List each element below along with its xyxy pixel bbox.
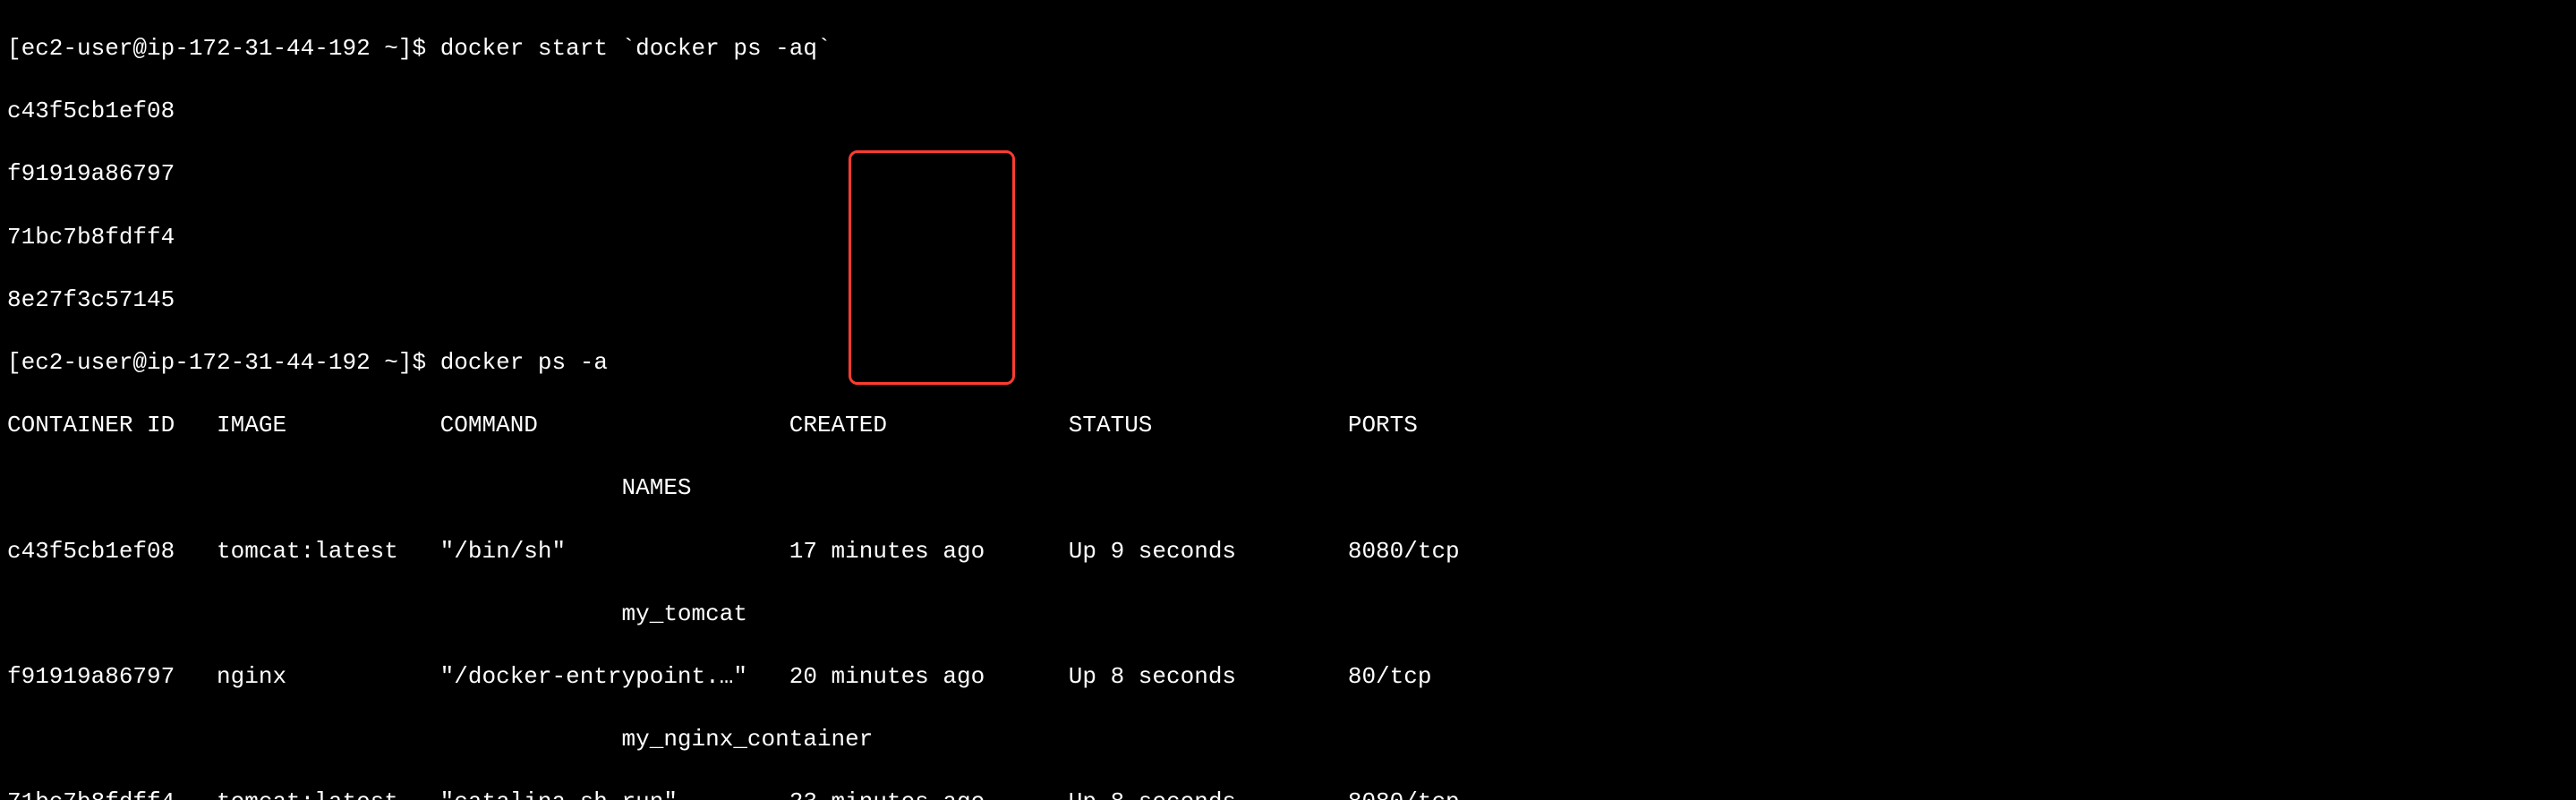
prompt-line-2: [ec2-user@ip-172-31-44-192 ~]$ docker ps… — [7, 347, 2569, 379]
shell-prompt: [ec2-user@ip-172-31-44-192 ~]$ — [7, 349, 440, 376]
output-line: 8e27f3c57145 — [7, 285, 2569, 316]
terminal[interactable]: [ec2-user@ip-172-31-44-192 ~]$ docker st… — [0, 0, 2576, 800]
command-text: docker start `docker ps -aq` — [440, 35, 832, 62]
shell-prompt: [ec2-user@ip-172-31-44-192 ~]$ — [7, 35, 440, 62]
table-row: my_tomcat — [7, 599, 2569, 630]
output-line: c43f5cb1ef08 — [7, 96, 2569, 127]
output-line: 71bc7b8fdff4 — [7, 222, 2569, 253]
table-row: c43f5cb1ef08 tomcat:latest "/bin/sh" 17 … — [7, 536, 2569, 567]
table-header-line: NAMES — [7, 472, 2569, 504]
table-header-line: CONTAINER ID IMAGE COMMAND CREATED STATU… — [7, 410, 2569, 441]
prompt-line-1: [ec2-user@ip-172-31-44-192 ~]$ docker st… — [7, 33, 2569, 64]
output-line: f91919a86797 — [7, 158, 2569, 190]
table-row: f91919a86797 nginx "/docker-entrypoint.…… — [7, 661, 2569, 693]
table-row: 71bc7b8fdff4 tomcat:latest "catalina.sh … — [7, 787, 2569, 800]
command-text: docker ps -a — [440, 349, 608, 376]
table-row: my_nginx_container — [7, 724, 2569, 755]
